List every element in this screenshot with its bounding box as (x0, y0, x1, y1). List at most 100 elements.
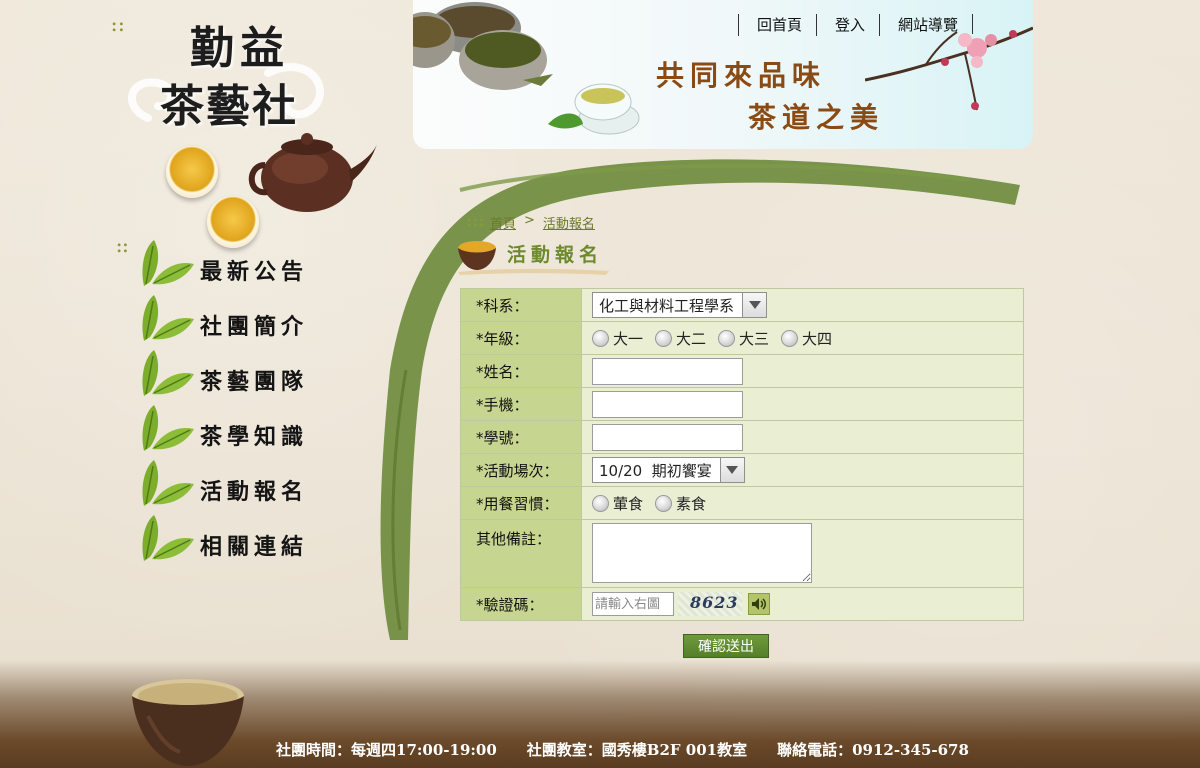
captcha-row: 8623 (592, 592, 1023, 616)
form-cell: 大一 大二 大三 大四 (581, 321, 1024, 355)
notes-label: 其他備註： (460, 519, 582, 588)
form-cell (581, 354, 1024, 388)
form-row: *年級： 大一 大二 大三 大四 (460, 321, 1024, 355)
diet-radio-group: 葷食 素食 (592, 493, 1023, 514)
phone-input[interactable] (592, 390, 743, 418)
radio-icon (781, 329, 799, 347)
session-selected: 10/20 期初饗宴 (599, 461, 712, 480)
phone-label: *手機： (460, 387, 582, 421)
session-select[interactable]: 10/20 期初饗宴 (592, 457, 745, 483)
grade-radio-group: 大一 大二 大三 大四 (592, 328, 1023, 349)
radio-label: 大四 (802, 329, 833, 348)
sidebar-item-links[interactable]: 相關連結 (138, 513, 328, 563)
tea-leaf-icon (142, 460, 194, 506)
grade-radio-4[interactable]: 大四 (781, 328, 832, 349)
logo-line1: 勤益 (190, 23, 290, 74)
form-row: *用餐習慣： 葷食 素食 (460, 486, 1024, 520)
form-row: *活動場次： 10/20 期初饗宴 (460, 453, 1024, 487)
sidebar-item-knowledge[interactable]: 茶學知識 (138, 403, 328, 453)
footer-room: 社團教室：國秀樓B2F 001教室 (526, 741, 748, 759)
form-row: 其他備註： (460, 519, 1024, 588)
form-cell (581, 519, 1024, 588)
tea-bowl-icon (132, 679, 244, 766)
breadcrumb: 首頁 > 活動報名 (490, 213, 595, 232)
tea-cup-icon (166, 146, 218, 198)
chevron-down-icon (719, 458, 744, 482)
sidebar-item-label: 最新公告 (200, 259, 309, 285)
student-id-input[interactable] (592, 423, 743, 451)
tea-leaf-icon (142, 295, 194, 341)
decorative-dots: ∙∙ ∙∙ (111, 19, 126, 36)
form-cell: 葷食 素食 (581, 486, 1024, 520)
department-label: *科系： (460, 288, 582, 322)
radio-icon (718, 329, 736, 347)
plum-blossom-image (865, 26, 1033, 111)
form-cell: 8623 (581, 587, 1024, 621)
radio-label: 大一 (613, 329, 644, 348)
form-row: *科系： 化工與材料工程學系 (460, 288, 1024, 322)
radio-icon (655, 329, 673, 347)
sidebar-item-about[interactable]: 社團簡介 (138, 293, 328, 343)
form-cell: 化工與材料工程學系 (581, 288, 1024, 322)
session-label: *活動場次： (460, 453, 582, 487)
top-nav-home-link[interactable]: 回首頁 (738, 14, 816, 36)
speaker-icon (752, 598, 766, 610)
sidebar-item-label: 茶學知識 (200, 424, 309, 450)
slogan-line1: 共同來品味 (656, 59, 827, 92)
captcha-audio-button[interactable] (748, 593, 770, 615)
tea-leaf-icon (142, 350, 194, 396)
diet-radio-vegetarian[interactable]: 素食 (655, 493, 706, 514)
breadcrumb-current-link[interactable]: 活動報名 (543, 213, 595, 232)
title-underline (458, 268, 609, 275)
teapot-icon (248, 133, 377, 212)
footer-phone: 聯絡電話：0912-345-678 (777, 741, 969, 759)
radio-icon (592, 494, 609, 512)
submit-button[interactable]: 確認送出 (683, 634, 769, 658)
notes-textarea[interactable] (592, 523, 812, 583)
sidebar-item-label: 茶藝團隊 (200, 369, 309, 395)
registration-form: *科系： 化工與材料工程學系 *年級： 大一 大二 大三 大四 *姓名： *手機… (460, 288, 1024, 621)
diet-label: *用餐習慣： (460, 486, 582, 520)
site-logo[interactable]: 勤益 茶藝社 (160, 20, 320, 136)
name-input[interactable] (592, 357, 743, 385)
department-select[interactable]: 化工與材料工程學系 (592, 292, 768, 318)
footer-hours: 社團時間：每週四17:00-19:00 (276, 741, 497, 759)
diet-radio-meat[interactable]: 葷食 (592, 493, 643, 514)
radio-label: 素食 (676, 494, 707, 513)
radio-label: 葷食 (613, 494, 644, 513)
sidebar-item-label: 社團簡介 (200, 314, 309, 340)
form-row: *學號： (460, 420, 1024, 454)
decorative-dots: ∙∙ ∙∙ (116, 240, 129, 257)
tea-leaf-icon (142, 405, 194, 451)
student-id-label: *學號： (460, 420, 582, 454)
form-cell: 10/20 期初饗宴 (581, 453, 1024, 487)
radio-icon (592, 329, 609, 347)
tea-bowls-image (413, 2, 640, 135)
sidebar-item-registration[interactable]: 活動報名 (138, 458, 328, 508)
form-cell (581, 387, 1024, 421)
header-banner: 回首頁 登入 網站導覽 共同來品味 茶道之美 (413, 0, 1033, 149)
decorative-dots: ∙∙∙ ∙∙∙ (466, 215, 485, 231)
captcha-code: 8623 (690, 593, 739, 612)
tea-leaf-icon (142, 240, 194, 286)
sidebar-item-label: 活動報名 (200, 479, 309, 505)
grade-radio-2[interactable]: 大二 (655, 328, 706, 349)
sidebar-item-news[interactable]: 最新公告 (138, 238, 328, 288)
form-row: *姓名： (460, 354, 1024, 388)
grade-radio-1[interactable]: 大一 (592, 328, 643, 349)
grade-radio-3[interactable]: 大三 (718, 328, 769, 349)
form-cell (581, 420, 1024, 454)
radio-label: 大三 (739, 329, 770, 348)
captcha-input[interactable] (592, 592, 674, 616)
form-row: *手機： (460, 387, 1024, 421)
department-selected: 化工與材料工程學系 (599, 296, 735, 315)
radio-icon (655, 494, 673, 512)
grade-label: *年級： (460, 321, 582, 355)
sidebar-item-team[interactable]: 茶藝團隊 (138, 348, 328, 398)
radio-label: 大二 (676, 329, 707, 348)
breadcrumb-separator: > (524, 213, 535, 228)
slogan-line2: 茶道之美 (748, 101, 885, 134)
breadcrumb-home-link[interactable]: 首頁 (490, 213, 516, 232)
tea-leaf-icon (142, 515, 194, 561)
form-row: *驗證碼： 8623 (460, 587, 1024, 621)
